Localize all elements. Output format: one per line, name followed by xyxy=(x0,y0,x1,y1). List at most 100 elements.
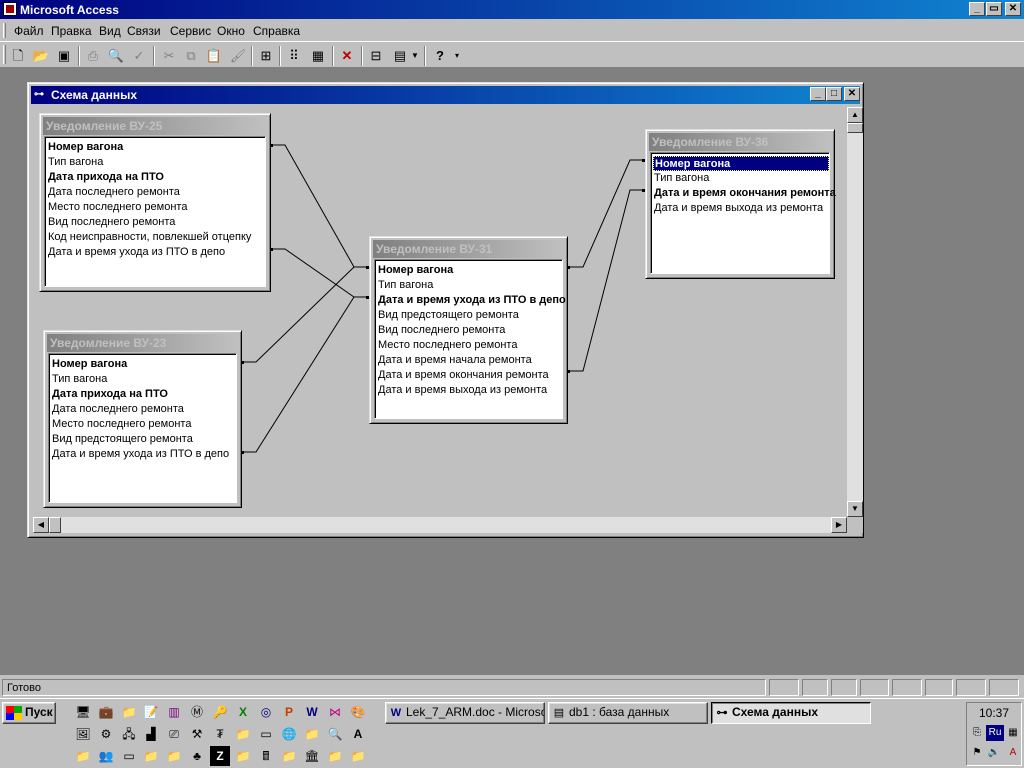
font-icon[interactable]: ₮ xyxy=(210,724,230,744)
field-item[interactable]: Номер вагона xyxy=(51,357,236,372)
field-item[interactable]: Дата и время начала ремонта xyxy=(377,353,562,368)
task-word-document[interactable]: W Lek_7_ARM.doc - Microso... xyxy=(385,702,545,724)
field-item[interactable]: Номер вагона xyxy=(377,263,562,278)
child-close-button[interactable]: ✕ xyxy=(844,87,860,101)
field-item[interactable]: Тип вагона xyxy=(377,278,562,293)
menu-file[interactable]: Файл xyxy=(14,24,44,38)
folder-icon[interactable]: 📁 xyxy=(233,724,253,744)
language-indicator[interactable]: Ru xyxy=(986,725,1004,741)
show-direct-icon[interactable]: ⠿ xyxy=(284,46,304,66)
folder-icon[interactable]: 📁 xyxy=(164,746,184,766)
media-icon[interactable]: Ⓜ xyxy=(187,702,207,722)
folder-icon[interactable]: 📁 xyxy=(233,746,253,766)
field-item[interactable]: Вид последнего ремонта xyxy=(47,215,265,230)
folder-icon[interactable]: 📁 xyxy=(302,724,322,744)
close-button[interactable]: ✕ xyxy=(1005,2,1021,16)
field-list[interactable]: Номер вагона Тип вагона Дата прихода на … xyxy=(44,136,266,287)
briefcase-icon[interactable]: 💼 xyxy=(96,702,116,722)
menu-edit[interactable]: Правка xyxy=(51,24,92,38)
scroll-right-icon[interactable]: ▶ xyxy=(831,517,847,533)
open-icon[interactable]: 📂 xyxy=(31,46,51,66)
table-title[interactable]: Уведомление ВУ-36 xyxy=(649,133,831,151)
menu-help[interactable]: Справка xyxy=(253,24,300,38)
table-title[interactable]: Уведомление ВУ-31 xyxy=(373,240,564,258)
field-item[interactable]: Место последнего ремонта xyxy=(377,338,562,353)
scroll-left-icon[interactable]: ◀ xyxy=(33,517,49,533)
field-item[interactable]: Место последнего ремонта xyxy=(51,417,236,432)
computer-icon[interactable]: 🖥 xyxy=(73,702,93,722)
tools-icon[interactable]: ⚒ xyxy=(187,724,207,744)
save-icon[interactable]: ▣ xyxy=(54,46,74,66)
paint-icon[interactable]: 🎨 xyxy=(348,702,368,722)
task-relationships[interactable]: ⊶ Схема данных xyxy=(711,702,871,724)
field-item[interactable]: Вид последнего ремонта xyxy=(377,323,562,338)
task-database[interactable]: ▤ db1 : база данных xyxy=(548,702,708,724)
globe-icon[interactable]: 🌐 xyxy=(279,724,299,744)
tray-app-icon[interactable]: ▦ xyxy=(1005,725,1021,741)
table-title[interactable]: Уведомление ВУ-25 xyxy=(43,117,267,135)
new-icon[interactable]: 🗋 xyxy=(8,46,28,66)
z-app-icon[interactable]: Z xyxy=(210,746,230,766)
winrar-icon[interactable]: ▥ xyxy=(164,702,184,722)
volume-icon[interactable]: 🔊 xyxy=(986,745,1002,761)
field-item[interactable]: Тип вагона xyxy=(653,171,829,186)
access-app-icon[interactable] xyxy=(3,2,17,16)
help-dropdown-icon[interactable]: ▾ xyxy=(451,46,463,66)
field-item[interactable]: Дата и время ухода из ПТО в депо xyxy=(47,245,265,260)
menu-relationships[interactable]: Связи xyxy=(127,24,161,38)
field-item[interactable]: Дата и время выхода из ремонта xyxy=(653,201,829,216)
game-icon[interactable]: ♣ xyxy=(187,746,207,766)
new-object-icon[interactable]: ▤ xyxy=(390,46,410,66)
field-item[interactable]: Дата последнего ремонта xyxy=(47,185,265,200)
vertical-scrollbar[interactable]: ▲ ▼ xyxy=(847,107,863,517)
settings-icon[interactable]: ⚙ xyxy=(96,724,116,744)
copy-icon[interactable]: ⧉ xyxy=(181,46,201,66)
child-minimize-button[interactable]: _ xyxy=(810,87,826,101)
network-tray-icon[interactable]: ⎘ xyxy=(969,725,985,741)
field-item[interactable]: Код неисправности, повлекшей отцепку xyxy=(47,230,265,245)
field-list[interactable]: Номер вагона Тип вагона Дата и время око… xyxy=(650,152,836,274)
people-icon[interactable]: 👥 xyxy=(96,746,116,766)
font-tray-icon[interactable]: A xyxy=(1005,745,1021,761)
terminal-icon[interactable]: ▭ xyxy=(256,724,276,744)
folder-icon[interactable]: 📁 xyxy=(141,746,161,766)
field-item[interactable]: Дата последнего ремонта xyxy=(51,402,236,417)
scroll-up-icon[interactable]: ▲ xyxy=(847,107,863,123)
show-all-icon[interactable]: ▦ xyxy=(308,46,328,66)
cut-icon[interactable]: ✂ xyxy=(159,46,179,66)
field-item[interactable]: Дата и время выхода из ремонта xyxy=(377,383,562,398)
delete-icon[interactable]: ✕ xyxy=(337,46,357,66)
field-item[interactable]: Тип вагона xyxy=(47,155,265,170)
field-item[interactable]: Тип вагона xyxy=(51,372,236,387)
toolbar-grip[interactable] xyxy=(3,45,6,64)
print-icon[interactable]: ⎙ xyxy=(83,46,103,66)
horizontal-scroll-thumb[interactable] xyxy=(49,517,61,533)
outlook-icon[interactable]: ◎ xyxy=(256,702,276,722)
folder-icon[interactable]: 📁 xyxy=(279,746,299,766)
child-maximize-button[interactable]: □ xyxy=(826,87,842,101)
access-icon[interactable]: 🔑 xyxy=(210,702,230,722)
start-button[interactable]: Пуск xyxy=(2,702,56,724)
powerpoint-icon[interactable]: P xyxy=(279,702,299,722)
scanner-icon[interactable]: ⎚ xyxy=(164,724,184,744)
image-icon[interactable]: 🖼 xyxy=(73,724,93,744)
word-icon[interactable]: W xyxy=(302,702,322,722)
font-a-icon[interactable]: A xyxy=(348,724,368,744)
table-vu31[interactable]: Уведомление ВУ-31 Номер вагона Тип вагон… xyxy=(369,236,568,424)
notepad-icon[interactable]: 📝 xyxy=(141,702,161,722)
network-icon[interactable]: 🖧 xyxy=(119,724,139,744)
new-object-dropdown-icon[interactable]: ▼ xyxy=(409,46,421,66)
app-title-bar[interactable]: Microsoft Access _ ▭ ✕ xyxy=(0,0,1024,19)
folder-icon[interactable]: 📁 xyxy=(348,746,368,766)
table-title[interactable]: Уведомление ВУ-23 xyxy=(47,334,238,352)
bow-icon[interactable]: ⋈ xyxy=(325,702,345,722)
folder-icon[interactable]: 📁 xyxy=(73,746,93,766)
field-item[interactable]: Вид предстоящего ремонта xyxy=(51,432,236,447)
field-item[interactable]: Дата и время ухода из ПТО в депо xyxy=(51,447,236,462)
help-icon[interactable]: ? xyxy=(430,46,450,66)
field-item[interactable]: Дата и время окончания ремонта xyxy=(377,368,562,383)
table-vu23[interactable]: Уведомление ВУ-23 Номер вагона Тип вагон… xyxy=(43,330,242,508)
folder-icon[interactable]: 📁 xyxy=(325,746,345,766)
window-icon[interactable]: ▭ xyxy=(119,746,139,766)
field-item[interactable]: Номер вагона xyxy=(47,140,265,155)
